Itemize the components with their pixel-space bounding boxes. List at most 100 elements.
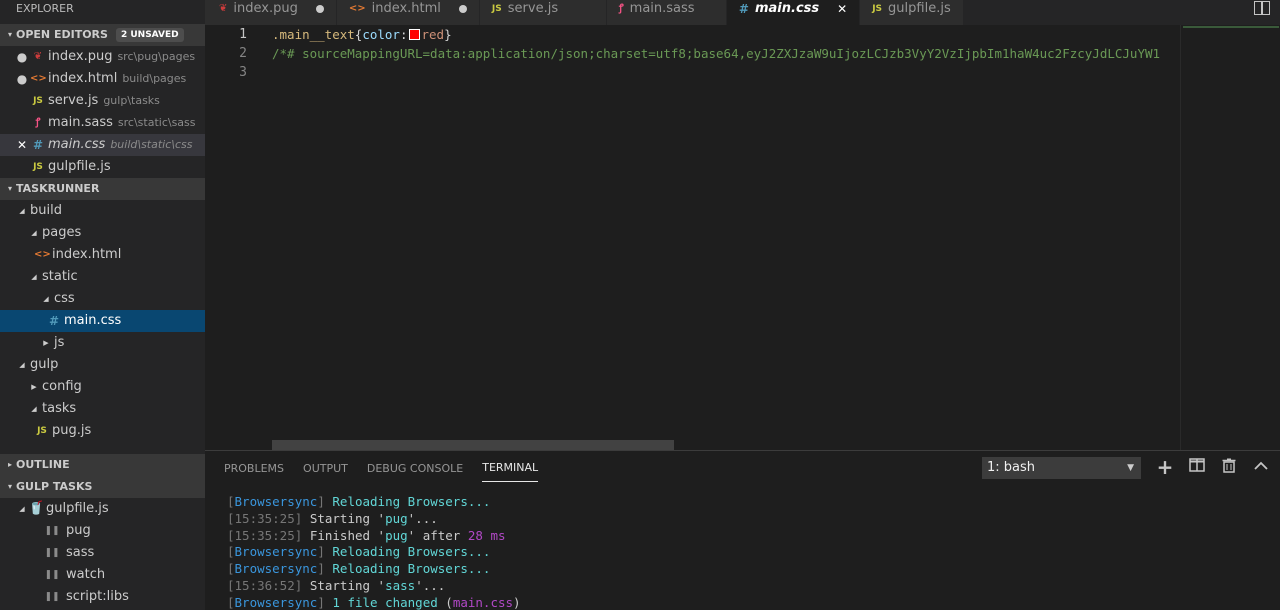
folder-open-icon: ◢ xyxy=(19,361,25,369)
tree-file-pug-js[interactable]: JS pug.js xyxy=(0,420,205,442)
tree-folder-css[interactable]: ◢ css xyxy=(0,288,205,310)
terminal-output[interactable]: [Browsersync] Reloading Browsers... [15:… xyxy=(227,494,1267,610)
gulp-task-item[interactable]: ❚❚ pug xyxy=(0,520,205,542)
minimap[interactable] xyxy=(1180,25,1280,450)
file-path: build\static\css xyxy=(110,138,193,151)
open-editor-item[interactable]: JS serve.js gulp\tasks xyxy=(0,90,205,112)
open-editor-item[interactable]: ● <> index.html build\pages xyxy=(0,68,205,90)
tab-main-sass[interactable]: ꝭ main.sass xyxy=(606,0,727,25)
file-name: index.html xyxy=(48,71,118,86)
gulp-task-item[interactable]: ❚❚ watch xyxy=(0,564,205,586)
tab-index-html[interactable]: <> index.html xyxy=(336,0,480,25)
tab-label: main.sass xyxy=(629,1,695,16)
task-label: sass xyxy=(66,545,95,560)
project-header[interactable]: ▾ TASKRUNNER xyxy=(0,178,205,200)
tree-folder-static[interactable]: ◢ static xyxy=(0,266,205,288)
tab-serve-js[interactable]: JS serve.js xyxy=(479,0,607,25)
colon: : xyxy=(399,27,408,42)
tree-folder-pages[interactable]: ◢ pages xyxy=(0,222,205,244)
gulp-task-item[interactable]: ❚❚ script:libs xyxy=(0,586,205,608)
code-line-2[interactable]: /*# sourceMappingURL=data:application/js… xyxy=(272,44,1180,63)
file-path: gulp\tasks xyxy=(103,94,160,107)
tree-file-main-css[interactable]: # main.css xyxy=(0,310,205,332)
project-tree: ◢ build ◢ pages <> index.html ◢ static ◢… xyxy=(0,200,205,455)
tab-main-css[interactable]: # main.css ✕ xyxy=(726,0,861,25)
tree-file-index-html[interactable]: <> index.html xyxy=(0,244,205,266)
code-editor[interactable]: 1 2 3 .main__text{color: red} /*# sourceM… xyxy=(205,25,1180,450)
tree-label: gulp xyxy=(30,357,59,372)
explorer-sidebar: EXPLORER ▾ OPEN EDITORS 2 UNSAVED ● ❦ in… xyxy=(0,0,205,610)
open-editor-item[interactable]: ꝭ main.sass src\static\sass xyxy=(0,112,205,134)
horizontal-scrollbar[interactable] xyxy=(272,440,674,450)
css-selector: .main__text xyxy=(272,27,355,42)
terminal-line: [Browsersync] Reloading Browsers... xyxy=(227,561,491,577)
gulp-tasks-header[interactable]: ▾ GULP TASKS xyxy=(0,476,205,498)
close-icon[interactable]: ✕ xyxy=(837,0,847,18)
split-editor-icon[interactable] xyxy=(1254,1,1270,15)
file-path: build\pages xyxy=(122,72,187,85)
dirty-dot-icon[interactable] xyxy=(458,0,467,18)
tab-output[interactable]: OUTPUT xyxy=(303,451,348,486)
tree-folder-tasks[interactable]: ◢ tasks xyxy=(0,398,205,420)
js-icon: JS xyxy=(491,4,502,14)
tab-problems[interactable]: PROBLEMS xyxy=(224,451,284,486)
trash-icon[interactable] xyxy=(1220,458,1238,476)
tab-debug-console[interactable]: DEBUG CONSOLE xyxy=(367,451,463,486)
code-area[interactable]: .main__text{color: red} /*# sourceMapping… xyxy=(272,25,1180,82)
task-label: watch xyxy=(66,567,106,582)
split-terminal-icon[interactable] xyxy=(1188,458,1206,476)
tab-index-pug[interactable]: ❦ index.pug xyxy=(205,0,337,25)
terminal-select[interactable]: 1: bash ▼ xyxy=(982,457,1141,479)
code-line-3[interactable] xyxy=(272,63,1180,82)
chevron-down-icon: ▾ xyxy=(7,482,12,491)
file-path: src\pug\pages xyxy=(117,50,196,63)
tree-folder-js[interactable]: ▶ js xyxy=(0,332,205,354)
gulpfile-node[interactable]: ◢ 🥤 gulpfile.js xyxy=(0,498,205,520)
outline-header[interactable]: ▸ OUTLINE xyxy=(0,454,205,476)
open-editors-header[interactable]: ▾ OPEN EDITORS 2 UNSAVED xyxy=(0,24,205,46)
html-icon: <> xyxy=(34,249,51,260)
js-icon: JS xyxy=(33,96,43,106)
unsaved-badge: 2 UNSAVED xyxy=(115,28,184,42)
js-icon: JS xyxy=(872,4,883,14)
color-swatch-icon[interactable] xyxy=(408,29,420,40)
tree-label: pug.js xyxy=(52,423,92,438)
tree-folder-gulp[interactable]: ◢ gulp xyxy=(0,354,205,376)
file-path: src\static\sass xyxy=(117,116,196,129)
css-icon: # xyxy=(48,314,60,328)
html-icon: <> xyxy=(30,73,47,84)
dirty-dot-icon[interactable]: ● xyxy=(14,68,30,90)
gulp-task-item[interactable]: ❚❚ sass xyxy=(0,542,205,564)
code-line-1[interactable]: .main__text{color: red} xyxy=(272,25,1180,44)
brace-close: } xyxy=(444,27,452,42)
open-editor-item[interactable]: JS gulpfile.js xyxy=(0,156,205,178)
tree-label: gulpfile.js xyxy=(46,501,109,516)
tree-label: js xyxy=(54,335,65,350)
task-icon: ❚❚ xyxy=(44,548,60,558)
sass-icon: ꝭ xyxy=(618,3,624,14)
dirty-dot-icon[interactable] xyxy=(315,0,324,18)
close-icon[interactable]: ✕ xyxy=(14,134,30,156)
tree-folder-build[interactable]: ◢ build xyxy=(0,200,205,222)
tree-folder-config[interactable]: ▶ config xyxy=(0,376,205,398)
chevron-up-icon[interactable] xyxy=(1252,458,1270,476)
terminal-line: [Browsersync] 1 file changed (main.css) xyxy=(227,594,521,610)
tree-label: build xyxy=(30,203,62,218)
tree-label: index.html xyxy=(52,247,122,262)
line-number: 2 xyxy=(239,46,247,61)
open-editor-item[interactable]: ● ❦ index.pug src\pug\pages xyxy=(0,46,205,68)
css-icon: # xyxy=(32,138,44,152)
file-name: index.pug xyxy=(48,49,113,64)
dirty-dot-icon[interactable]: ● xyxy=(14,46,30,68)
js-icon: JS xyxy=(37,426,47,436)
tab-label: index.html xyxy=(371,1,441,16)
folder-open-icon: ◢ xyxy=(19,505,25,513)
line-number: 3 xyxy=(239,65,247,80)
tab-gulpfile-js[interactable]: JS gulpfile.js xyxy=(860,0,965,25)
tree-label: config xyxy=(42,379,82,394)
new-terminal-icon[interactable]: + xyxy=(1156,457,1174,477)
terminal-line: [Browsersync] Reloading Browsers... xyxy=(227,494,491,509)
open-editor-item-active[interactable]: ✕ # main.css build\static\css xyxy=(0,134,205,156)
folder-open-icon: ◢ xyxy=(31,229,37,237)
tab-terminal[interactable]: TERMINAL xyxy=(482,451,539,482)
